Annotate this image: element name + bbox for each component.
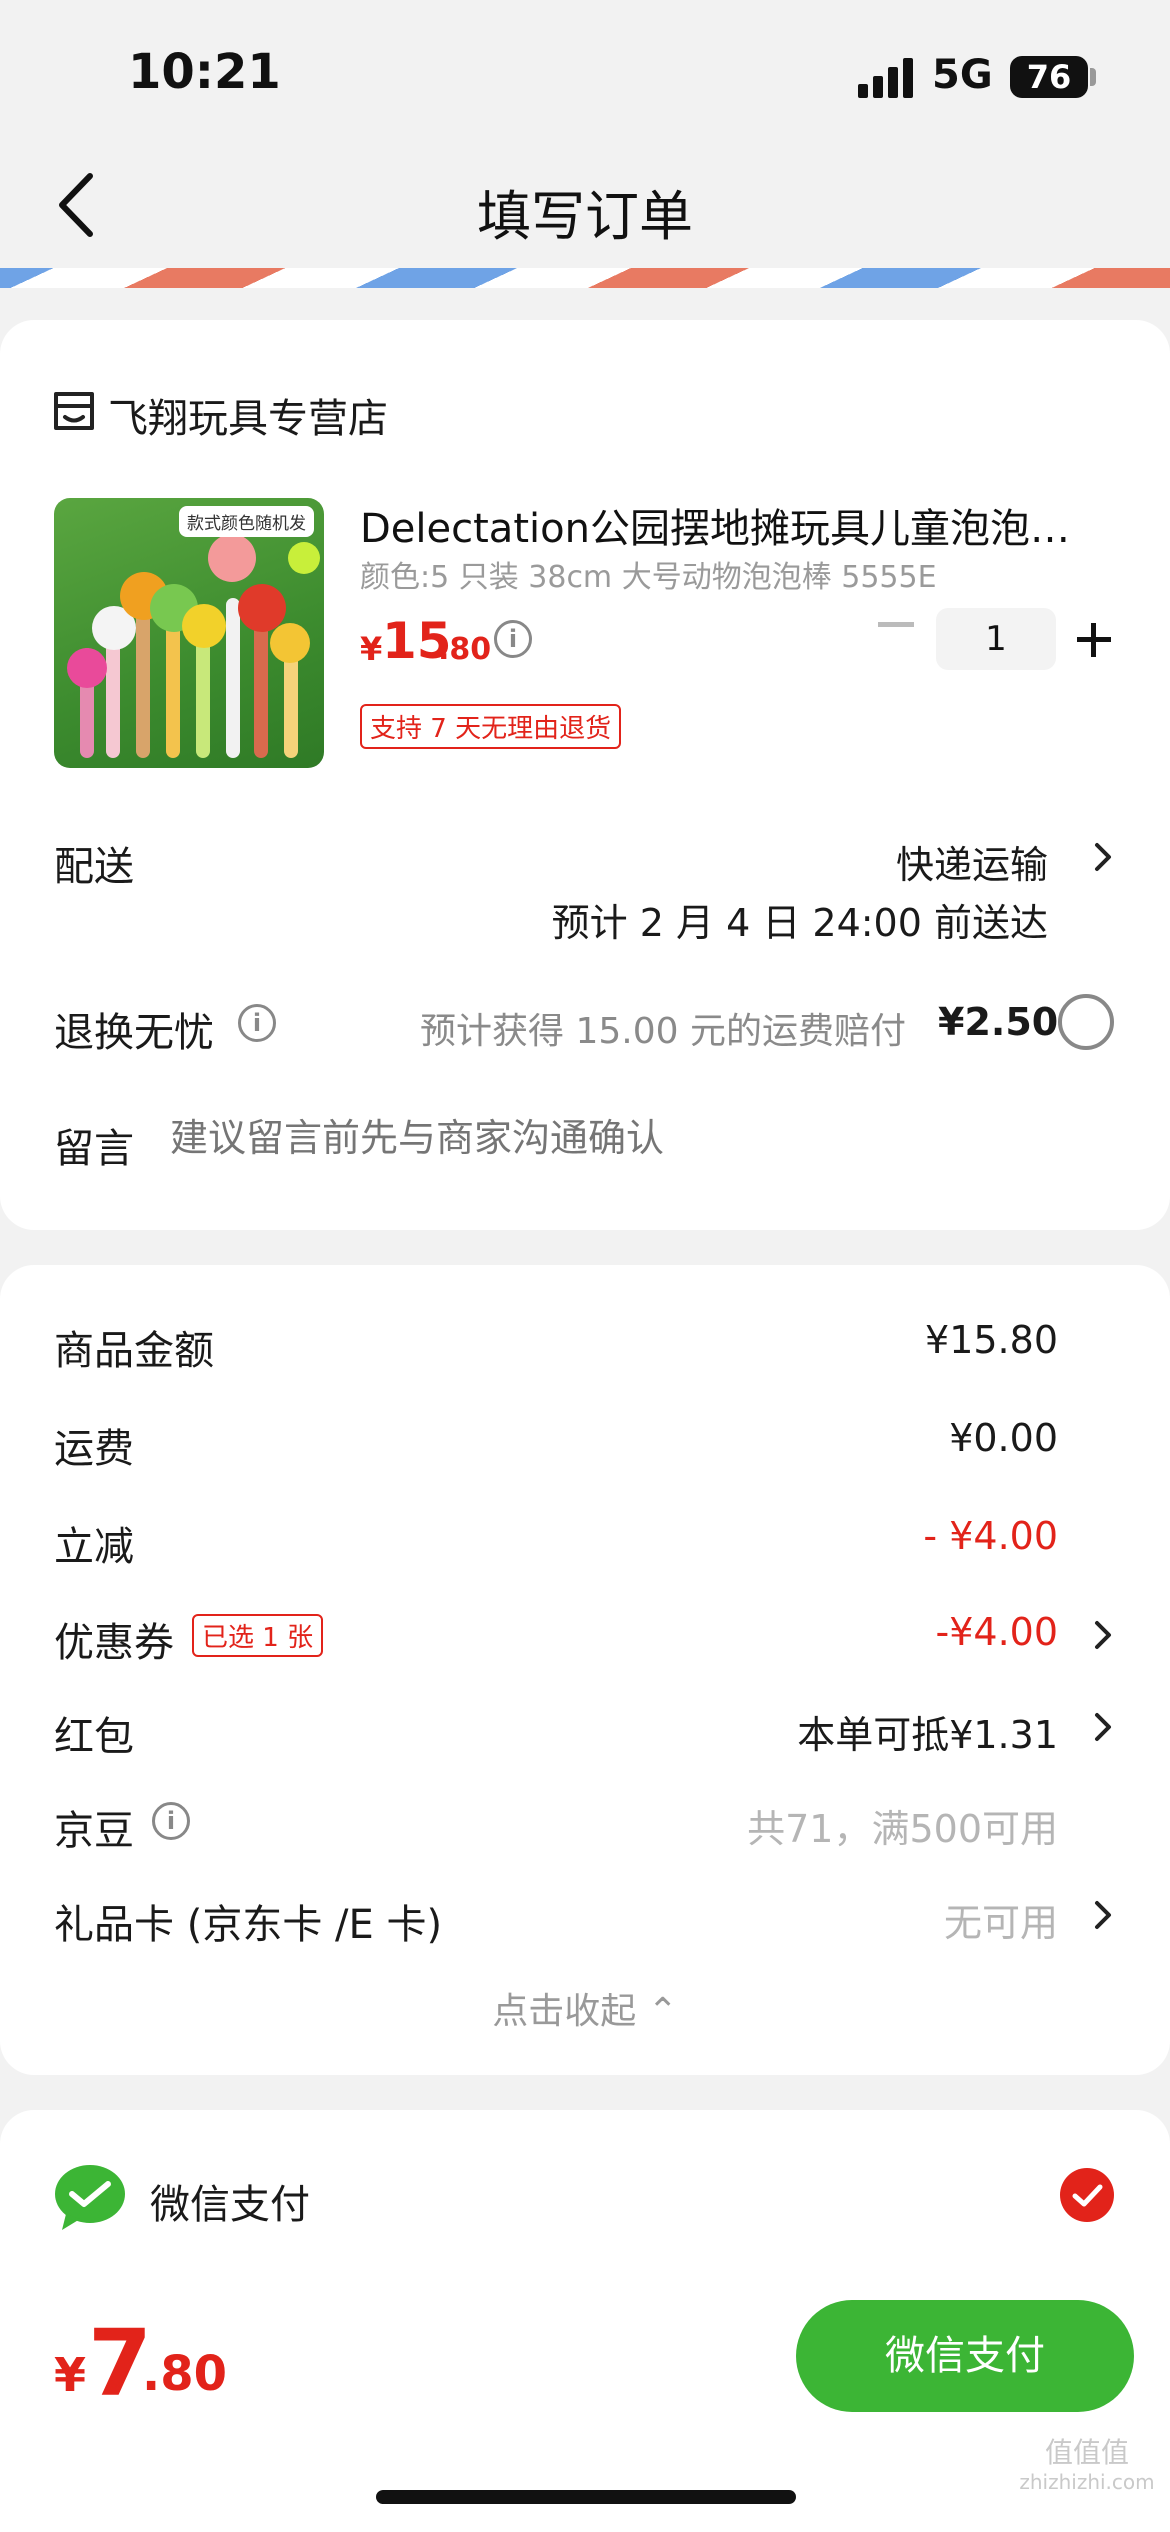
summary-value-shipping: ¥0.00 (949, 1416, 1058, 1460)
worry-free-info-icon[interactable]: i (238, 1004, 276, 1042)
price-summary-card (0, 1265, 1170, 2075)
chevron-right-icon[interactable] (1092, 1710, 1114, 1744)
message-label: 留言 (54, 1126, 134, 1172)
summary-label-giftcard[interactable]: 礼品卡 (京东卡 /E 卡) (54, 1892, 442, 1950)
price-info-icon[interactable]: i (494, 620, 532, 658)
summary-value-coupon[interactable]: -¥4.00 (936, 1610, 1059, 1654)
summary-label-jingdou: 京豆 (54, 1808, 134, 1854)
battery-tip (1090, 68, 1096, 86)
payment-selected-check-icon[interactable] (1060, 2168, 1114, 2222)
battery-icon: 76 (1010, 56, 1088, 98)
summary-value-giftcard[interactable]: 无可用 (944, 1892, 1058, 1947)
total-currency: ¥ (54, 2348, 87, 2402)
signal-icon (858, 58, 913, 98)
summary-label-redpacket[interactable]: 红包 (54, 1704, 134, 1762)
summary-label-discount: 立减 (54, 1524, 134, 1570)
watermark: 值值值 zhizhizhi.com (1012, 2436, 1162, 2494)
wechat-pay-icon (55, 2165, 125, 2230)
delivery-eta: 预计 2 月 4 日 24:00 前送达 (551, 901, 1048, 945)
summary-label-coupon[interactable]: 优惠券 (54, 1610, 174, 1668)
delivery-method[interactable]: 快递运输 (896, 834, 1048, 889)
collapse-button[interactable]: 点击收起 ⌃ (0, 1982, 1170, 2034)
address-airmail-border (0, 268, 1170, 288)
bubble-wands-illustration (67, 534, 320, 758)
summary-label-goods: 商品金额 (54, 1328, 214, 1374)
home-indicator[interactable] (376, 2490, 796, 2504)
product-title[interactable]: Delectation公园摆地摊玩具儿童泡泡剑… (360, 496, 1100, 554)
delivery-label: 配送 (54, 844, 134, 890)
product-thumbnail[interactable]: 款式颜色随机发 (54, 498, 324, 768)
payment-method-label[interactable]: 微信支付 (150, 2172, 310, 2230)
plus-icon[interactable] (1091, 623, 1096, 657)
summary-value-discount: - ¥4.00 (923, 1514, 1058, 1558)
coupon-selected-badge: 已选 1 张 (192, 1614, 324, 1657)
network-type: 5G (932, 52, 993, 98)
worry-free-price: ¥2.50 (938, 1000, 1059, 1044)
store-name[interactable]: 飞翔玩具专营店 (108, 386, 388, 444)
summary-value-jingdou: 共71，满500可用 (747, 1807, 1058, 1851)
watermark-line1: 值值值 (1044, 2436, 1129, 2469)
quantity-field[interactable]: 1 (936, 608, 1056, 670)
total-decimal: .80 (142, 2346, 228, 2402)
thumbnail-tag: 款式颜色随机发 (179, 506, 314, 537)
summary-label-shipping: 运费 (54, 1426, 134, 1472)
summary-value-goods: ¥15.80 (925, 1318, 1058, 1362)
worry-free-radio[interactable] (1058, 994, 1114, 1050)
worry-free-label: 退换无忧 (54, 1010, 214, 1056)
chevron-right-icon[interactable] (1092, 1618, 1114, 1652)
pay-button[interactable]: 微信支付 (796, 2300, 1134, 2412)
watermark-line2: zhizhizhi.com (1019, 2469, 1155, 2494)
price-decimal: .80 (438, 632, 492, 667)
jingdou-info-icon[interactable]: i (152, 1802, 190, 1840)
price-currency: ¥ (360, 630, 383, 668)
return-policy-badge: 支持 7 天无理由退货 (360, 704, 622, 749)
product-spec[interactable]: 颜色:5 只装 38cm 大号动物泡泡棒 5555E (360, 552, 937, 596)
chevron-right-icon[interactable] (1092, 1898, 1114, 1932)
message-input[interactable] (170, 1106, 1110, 1170)
decrease-quantity-button[interactable] (878, 622, 914, 627)
worry-free-desc: 预计获得 15.00 元的运费赔付 (420, 1011, 906, 1052)
order-item-card (0, 320, 1170, 1230)
chevron-right-icon[interactable] (1092, 840, 1114, 874)
back-arrow-icon[interactable] (50, 170, 110, 240)
page-title: 填写订单 (477, 185, 693, 248)
store-icon (54, 392, 94, 430)
summary-value-redpacket[interactable]: 本单可抵¥1.31 (797, 1704, 1058, 1759)
status-time: 10:21 (128, 44, 281, 100)
